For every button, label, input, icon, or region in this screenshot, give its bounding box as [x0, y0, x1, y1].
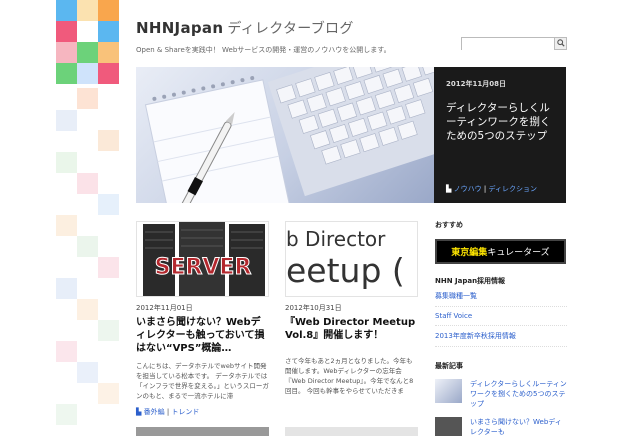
- recent-post-title[interactable]: いまさら聞けない？Webディレクターも: [470, 417, 567, 436]
- search-button[interactable]: [554, 38, 566, 49]
- banner-text-white: キュレーターズ: [487, 248, 550, 258]
- site-subtitle[interactable]: ディレクターブログ: [227, 21, 353, 37]
- post-excerpt: こんにちは、データホテルでwebサイト開発を担当している松本です。 データホテル…: [136, 362, 269, 400]
- post-title[interactable]: いまさら聞けない？Webディレクターも触っておいて損はない“VPS”概論…: [136, 316, 269, 355]
- banner-text-yellow: 東京編集: [451, 248, 488, 258]
- recent-post-item[interactable]: いまさら聞けない？Webディレクターも: [435, 417, 567, 436]
- post-thumbnail[interactable]: b Director eetup (: [285, 221, 418, 297]
- search-box: [461, 37, 567, 57]
- recent-post-item[interactable]: ディレクターらしくルーティンワークを捌くための5つのステップ: [435, 379, 567, 409]
- post-date: 2012年11月01日: [136, 304, 193, 312]
- featured-post: 2012年11月08日 ディレクターらしくルーティンワークを捌くための5つのステ…: [136, 67, 566, 203]
- post-date: 2012年10月31日: [285, 304, 342, 312]
- tag-link[interactable]: ノウハウ: [454, 185, 482, 193]
- site-title[interactable]: NHNJapan ディレクターブログ: [136, 18, 566, 38]
- post-title[interactable]: 『Web Director Meetup Vol.8』開催します！: [285, 316, 418, 342]
- post-thumbnail[interactable]: [285, 427, 418, 436]
- sidebar: おすすめ 東京編集 キュレーターズ NHN Japan採用情報 募集職種一覧 St…: [435, 220, 567, 436]
- tokyo-curators-banner[interactable]: 東京編集 キュレーターズ: [435, 239, 566, 264]
- search-icon: [556, 39, 565, 47]
- recent-post-thumbnail[interactable]: [435, 417, 462, 436]
- sidebar-heading-recent: 最新記事: [435, 362, 463, 370]
- sidebar-link-staff-voice[interactable]: Staff Voice: [435, 307, 567, 326]
- post-tags: ▙ 番外編 | トレンド: [136, 408, 200, 416]
- search-input[interactable]: [462, 45, 554, 57]
- thumbnail-caption: SERVER: [155, 255, 252, 280]
- post-card: SERVER 2012年11月01日 いまさら聞けない？Webディレクターも触っ…: [136, 221, 269, 417]
- tag-link[interactable]: トレンド: [171, 408, 199, 416]
- featured-post-tags: ▙ ノウハウ | ディレクション: [446, 185, 537, 193]
- featured-post-title[interactable]: ディレクターらしくルーティンワークを捌くための5つのステップ: [446, 101, 554, 143]
- thumbnail-caption: b Director: [286, 227, 386, 251]
- sidebar-link-jobs[interactable]: 募集職種一覧: [435, 286, 567, 307]
- sidebar-heading-recommend: おすすめ: [435, 221, 463, 229]
- post-card: b Director eetup ( 2012年10月31日 『Web Dire…: [285, 221, 418, 396]
- recent-post-thumbnail[interactable]: [435, 379, 462, 403]
- thumbnail-caption: eetup (: [286, 251, 405, 290]
- featured-post-date: 2012年11月08日: [446, 80, 506, 88]
- folder-icon: ▙: [446, 185, 452, 193]
- featured-post-panel: 2012年11月08日 ディレクターらしくルーティンワークを捌くための5つのステ…: [434, 67, 566, 203]
- recent-post-title[interactable]: ディレクターらしくルーティンワークを捌くための5つのステップ: [470, 379, 567, 409]
- folder-icon: ▙: [136, 408, 142, 416]
- post-excerpt: さて今年もあと2ヵ月となりました。今年も開催します。Webディレクターの忘年会『…: [285, 357, 414, 395]
- post-thumbnail[interactable]: SERVER: [136, 221, 269, 297]
- sidebar-link-new-grad[interactable]: 2013年度新卒秋採用情報: [435, 326, 567, 347]
- tag-link[interactable]: 番外編: [144, 408, 165, 416]
- decorative-mosaic: [56, 0, 120, 436]
- sidebar-heading-jobs: NHN Japan採用情報: [435, 277, 506, 285]
- site-name[interactable]: NHNJapan: [136, 19, 223, 37]
- featured-post-image[interactable]: [136, 67, 434, 203]
- tag-link[interactable]: ディレクション: [488, 185, 537, 193]
- post-thumbnail[interactable]: [136, 427, 269, 436]
